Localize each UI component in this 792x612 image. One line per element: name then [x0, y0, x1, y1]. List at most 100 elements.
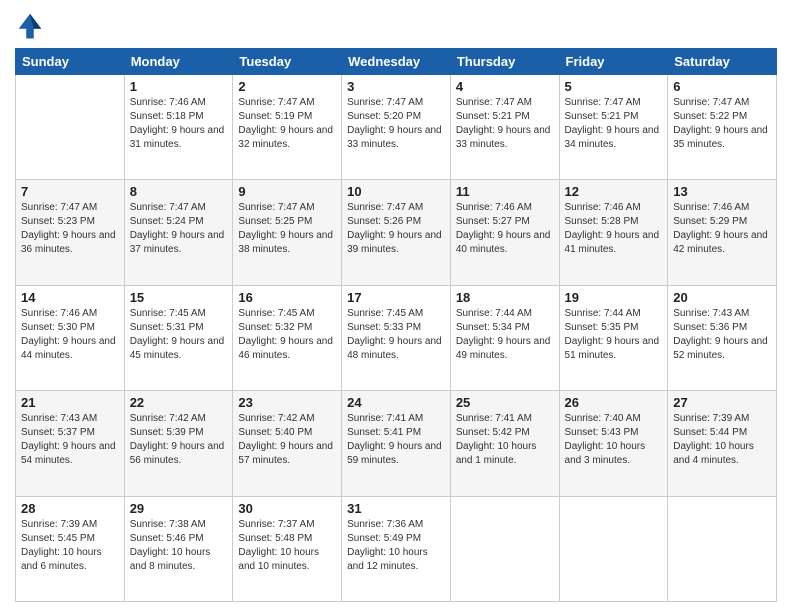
- day-number: 25: [456, 395, 554, 410]
- calendar-cell: 19 Sunrise: 7:44 AM Sunset: 5:35 PM Dayl…: [559, 285, 668, 390]
- day-number: 23: [238, 395, 336, 410]
- day-info: Sunrise: 7:45 AM Sunset: 5:33 PM Dayligh…: [347, 308, 442, 361]
- week-row-3: 14 Sunrise: 7:46 AM Sunset: 5:30 PM Dayl…: [16, 285, 777, 390]
- calendar-cell: 17 Sunrise: 7:45 AM Sunset: 5:33 PM Dayl…: [342, 285, 451, 390]
- week-row-4: 21 Sunrise: 7:43 AM Sunset: 5:37 PM Dayl…: [16, 391, 777, 496]
- weekday-header-sunday: Sunday: [16, 49, 125, 75]
- day-number: 2: [238, 79, 336, 94]
- day-number: 26: [565, 395, 663, 410]
- calendar-cell: 23 Sunrise: 7:42 AM Sunset: 5:40 PM Dayl…: [233, 391, 342, 496]
- day-number: 11: [456, 184, 554, 199]
- day-number: 29: [130, 501, 228, 516]
- day-number: 9: [238, 184, 336, 199]
- calendar-cell: 27 Sunrise: 7:39 AM Sunset: 5:44 PM Dayl…: [668, 391, 777, 496]
- calendar-cell: 11 Sunrise: 7:46 AM Sunset: 5:27 PM Dayl…: [450, 180, 559, 285]
- calendar-cell: 2 Sunrise: 7:47 AM Sunset: 5:19 PM Dayli…: [233, 75, 342, 180]
- day-number: 12: [565, 184, 663, 199]
- calendar-cell: 6 Sunrise: 7:47 AM Sunset: 5:22 PM Dayli…: [668, 75, 777, 180]
- day-info: Sunrise: 7:47 AM Sunset: 5:21 PM Dayligh…: [565, 97, 660, 150]
- calendar-cell: 21 Sunrise: 7:43 AM Sunset: 5:37 PM Dayl…: [16, 391, 125, 496]
- weekday-header-saturday: Saturday: [668, 49, 777, 75]
- header: [15, 10, 777, 40]
- day-number: 18: [456, 290, 554, 305]
- calendar-cell: 25 Sunrise: 7:41 AM Sunset: 5:42 PM Dayl…: [450, 391, 559, 496]
- day-number: 13: [673, 184, 771, 199]
- day-info: Sunrise: 7:46 AM Sunset: 5:18 PM Dayligh…: [130, 97, 225, 150]
- day-info: Sunrise: 7:42 AM Sunset: 5:40 PM Dayligh…: [238, 413, 333, 466]
- day-info: Sunrise: 7:47 AM Sunset: 5:23 PM Dayligh…: [21, 202, 116, 255]
- weekday-header-wednesday: Wednesday: [342, 49, 451, 75]
- day-info: Sunrise: 7:47 AM Sunset: 5:24 PM Dayligh…: [130, 202, 225, 255]
- day-info: Sunrise: 7:45 AM Sunset: 5:32 PM Dayligh…: [238, 308, 333, 361]
- day-number: 5: [565, 79, 663, 94]
- day-info: Sunrise: 7:46 AM Sunset: 5:27 PM Dayligh…: [456, 202, 551, 255]
- day-number: 27: [673, 395, 771, 410]
- day-info: Sunrise: 7:47 AM Sunset: 5:26 PM Dayligh…: [347, 202, 442, 255]
- day-info: Sunrise: 7:38 AM Sunset: 5:46 PM Dayligh…: [130, 519, 211, 572]
- calendar-cell: [668, 496, 777, 601]
- calendar-cell: 16 Sunrise: 7:45 AM Sunset: 5:32 PM Dayl…: [233, 285, 342, 390]
- calendar-cell: 14 Sunrise: 7:46 AM Sunset: 5:30 PM Dayl…: [16, 285, 125, 390]
- calendar-cell: 13 Sunrise: 7:46 AM Sunset: 5:29 PM Dayl…: [668, 180, 777, 285]
- day-info: Sunrise: 7:43 AM Sunset: 5:37 PM Dayligh…: [21, 413, 116, 466]
- page: SundayMondayTuesdayWednesdayThursdayFrid…: [0, 0, 792, 612]
- day-info: Sunrise: 7:39 AM Sunset: 5:44 PM Dayligh…: [673, 413, 754, 466]
- calendar-cell: 3 Sunrise: 7:47 AM Sunset: 5:20 PM Dayli…: [342, 75, 451, 180]
- day-info: Sunrise: 7:47 AM Sunset: 5:22 PM Dayligh…: [673, 97, 768, 150]
- calendar-cell: 10 Sunrise: 7:47 AM Sunset: 5:26 PM Dayl…: [342, 180, 451, 285]
- day-info: Sunrise: 7:41 AM Sunset: 5:42 PM Dayligh…: [456, 413, 537, 466]
- day-number: 1: [130, 79, 228, 94]
- day-info: Sunrise: 7:45 AM Sunset: 5:31 PM Dayligh…: [130, 308, 225, 361]
- week-row-2: 7 Sunrise: 7:47 AM Sunset: 5:23 PM Dayli…: [16, 180, 777, 285]
- calendar-cell: 31 Sunrise: 7:36 AM Sunset: 5:49 PM Dayl…: [342, 496, 451, 601]
- day-info: Sunrise: 7:37 AM Sunset: 5:48 PM Dayligh…: [238, 519, 319, 572]
- calendar-cell: 9 Sunrise: 7:47 AM Sunset: 5:25 PM Dayli…: [233, 180, 342, 285]
- day-number: 6: [673, 79, 771, 94]
- calendar-cell: 22 Sunrise: 7:42 AM Sunset: 5:39 PM Dayl…: [124, 391, 233, 496]
- day-number: 28: [21, 501, 119, 516]
- day-number: 3: [347, 79, 445, 94]
- day-number: 14: [21, 290, 119, 305]
- day-info: Sunrise: 7:46 AM Sunset: 5:29 PM Dayligh…: [673, 202, 768, 255]
- calendar-cell: [559, 496, 668, 601]
- day-number: 7: [21, 184, 119, 199]
- day-info: Sunrise: 7:47 AM Sunset: 5:20 PM Dayligh…: [347, 97, 442, 150]
- day-info: Sunrise: 7:47 AM Sunset: 5:19 PM Dayligh…: [238, 97, 333, 150]
- calendar-cell: 24 Sunrise: 7:41 AM Sunset: 5:41 PM Dayl…: [342, 391, 451, 496]
- calendar-cell: 28 Sunrise: 7:39 AM Sunset: 5:45 PM Dayl…: [16, 496, 125, 601]
- day-info: Sunrise: 7:42 AM Sunset: 5:39 PM Dayligh…: [130, 413, 225, 466]
- day-number: 30: [238, 501, 336, 516]
- day-info: Sunrise: 7:41 AM Sunset: 5:41 PM Dayligh…: [347, 413, 442, 466]
- weekday-header-monday: Monday: [124, 49, 233, 75]
- day-info: Sunrise: 7:36 AM Sunset: 5:49 PM Dayligh…: [347, 519, 428, 572]
- day-info: Sunrise: 7:44 AM Sunset: 5:34 PM Dayligh…: [456, 308, 551, 361]
- week-row-5: 28 Sunrise: 7:39 AM Sunset: 5:45 PM Dayl…: [16, 496, 777, 601]
- day-info: Sunrise: 7:39 AM Sunset: 5:45 PM Dayligh…: [21, 519, 102, 572]
- day-number: 4: [456, 79, 554, 94]
- weekday-header-tuesday: Tuesday: [233, 49, 342, 75]
- calendar-cell: 1 Sunrise: 7:46 AM Sunset: 5:18 PM Dayli…: [124, 75, 233, 180]
- day-number: 20: [673, 290, 771, 305]
- logo: [15, 10, 49, 40]
- weekday-header-thursday: Thursday: [450, 49, 559, 75]
- weekday-header-friday: Friday: [559, 49, 668, 75]
- weekday-header-row: SundayMondayTuesdayWednesdayThursdayFrid…: [16, 49, 777, 75]
- calendar-cell: 18 Sunrise: 7:44 AM Sunset: 5:34 PM Dayl…: [450, 285, 559, 390]
- logo-icon: [15, 10, 45, 40]
- calendar-cell: 8 Sunrise: 7:47 AM Sunset: 5:24 PM Dayli…: [124, 180, 233, 285]
- day-number: 24: [347, 395, 445, 410]
- week-row-1: 1 Sunrise: 7:46 AM Sunset: 5:18 PM Dayli…: [16, 75, 777, 180]
- day-number: 10: [347, 184, 445, 199]
- calendar-cell: 5 Sunrise: 7:47 AM Sunset: 5:21 PM Dayli…: [559, 75, 668, 180]
- day-info: Sunrise: 7:46 AM Sunset: 5:28 PM Dayligh…: [565, 202, 660, 255]
- day-number: 19: [565, 290, 663, 305]
- calendar-cell: 30 Sunrise: 7:37 AM Sunset: 5:48 PM Dayl…: [233, 496, 342, 601]
- day-number: 21: [21, 395, 119, 410]
- calendar-cell: 12 Sunrise: 7:46 AM Sunset: 5:28 PM Dayl…: [559, 180, 668, 285]
- day-number: 8: [130, 184, 228, 199]
- day-info: Sunrise: 7:43 AM Sunset: 5:36 PM Dayligh…: [673, 308, 768, 361]
- calendar-cell: 15 Sunrise: 7:45 AM Sunset: 5:31 PM Dayl…: [124, 285, 233, 390]
- day-number: 31: [347, 501, 445, 516]
- day-info: Sunrise: 7:47 AM Sunset: 5:25 PM Dayligh…: [238, 202, 333, 255]
- calendar-cell: 29 Sunrise: 7:38 AM Sunset: 5:46 PM Dayl…: [124, 496, 233, 601]
